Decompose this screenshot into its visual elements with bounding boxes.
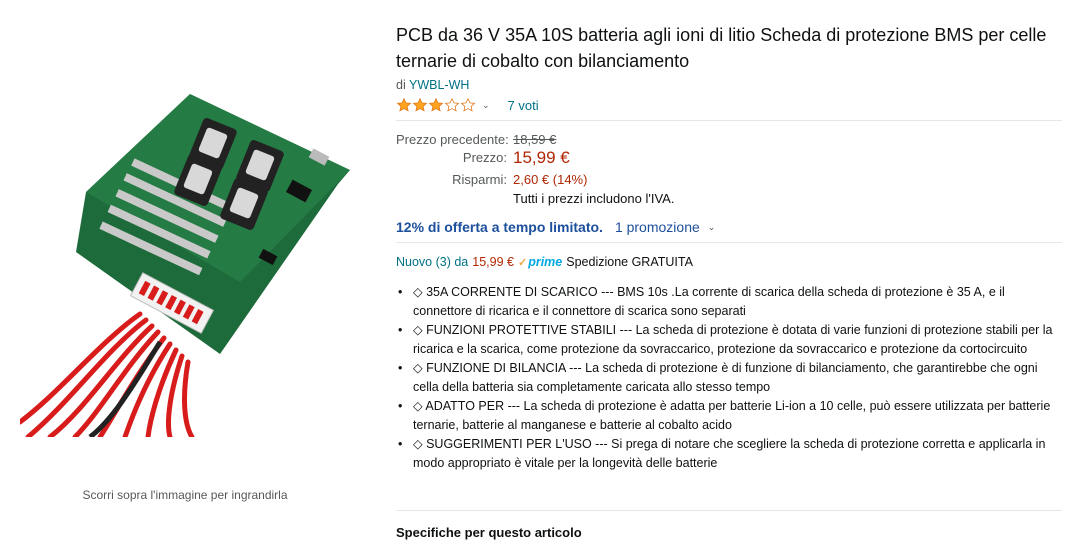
bullet-dot-icon: • — [398, 399, 403, 413]
new-offers-price: 15,99 € — [472, 255, 514, 269]
vat-note: Tutti i prezzi includono l'IVA. — [513, 191, 675, 206]
bullet-dot-icon: • — [398, 323, 403, 337]
product-title: PCB da 36 V 35A 10S batteria agli ioni d… — [396, 25, 1047, 71]
shipping-text: Spedizione GRATUITA — [566, 255, 693, 269]
check-icon: ✓ — [517, 257, 528, 269]
bms-board-photo — [20, 94, 350, 437]
savings-value: 2,60 € (14%) — [513, 172, 588, 187]
previous-price-label: Prezzo precedente: — [396, 132, 509, 147]
feature-bullet: • ◇ FUNZIONI PROTETTIVE STABILI --- La sc… — [396, 321, 1056, 359]
byline-prefix: di — [396, 78, 406, 92]
feature-bullet-text: ◇ FUNZIONI PROTETTIVE STABILI --- La sch… — [413, 323, 1053, 356]
feature-bullet: • ◇ SUGGERIMENTI PER L'USO --- Si prega d… — [396, 435, 1056, 473]
new-offers-link[interactable]: Nuovo (3) da — [396, 255, 468, 269]
price-value: 15,99 € — [513, 148, 570, 167]
price-label: Prezzo: — [462, 150, 507, 165]
chevron-down-icon[interactable]: ⌄ — [708, 222, 716, 233]
bullet-dot-icon: • — [398, 361, 403, 375]
feature-bullet-text: ◇ 35A CORRENTE DI SCARICO --- BMS 10s .L… — [413, 285, 1005, 318]
star-filled-icon — [412, 97, 428, 112]
star-empty-icon — [444, 97, 460, 112]
limited-deal-text: 12% di offerta a tempo limitato. — [396, 219, 603, 235]
feature-bullets: • ◇ 35A CORRENTE DI SCARICO --- BMS 10s .… — [396, 283, 1056, 473]
divider — [396, 510, 1062, 511]
star-filled-icon — [428, 97, 444, 112]
savings-label: Risparmi: — [452, 172, 507, 187]
limited-offer-row: 12% di offerta a tempo limitato. 1 promo… — [396, 219, 715, 235]
bullet-dot-icon: • — [398, 285, 403, 299]
divider — [396, 242, 1062, 243]
star-filled-icon — [396, 97, 412, 112]
feature-bullet: • ◇ ADATTO PER --- La scheda di protezion… — [396, 397, 1056, 435]
star-rating[interactable] — [396, 97, 476, 113]
divider — [396, 120, 1062, 121]
rating-row: ⌄ 7 voti — [396, 96, 539, 114]
specs-heading: Specifiche per questo articolo — [396, 525, 582, 540]
feature-bullet-text: ◇ SUGGERIMENTI PER L'USO --- Si prega di… — [413, 437, 1046, 470]
previous-price-value: 18,59 € — [513, 132, 557, 147]
product-image[interactable] — [20, 92, 355, 437]
feature-bullet: • ◇ FUNZIONE DI BILANCIA --- La scheda di… — [396, 359, 1056, 397]
zoom-hint: Scorri sopra l'immagine per ingrandirla — [82, 488, 288, 502]
new-offers-row: Nuovo (3) da 15,99 € ✓ prime Spedizione G… — [396, 255, 693, 269]
star-empty-icon — [460, 97, 476, 112]
chevron-down-icon[interactable]: ⌄ — [482, 100, 490, 111]
bullet-dot-icon: • — [398, 437, 403, 451]
byline: di YWBL-WH — [396, 78, 469, 92]
rating-count-link[interactable]: 7 voti — [508, 98, 539, 113]
prime-badge: ✓ prime — [518, 255, 562, 269]
prime-label: prime — [528, 255, 563, 269]
feature-bullet-text: ◇ FUNZIONE DI BILANCIA --- La scheda di … — [413, 361, 1038, 394]
feature-bullet: • ◇ 35A CORRENTE DI SCARICO --- BMS 10s .… — [396, 283, 1056, 321]
promotion-link[interactable]: 1 promozione — [615, 219, 700, 235]
brand-link[interactable]: YWBL-WH — [409, 78, 469, 92]
feature-bullet-text: ◇ ADATTO PER --- La scheda di protezione… — [413, 399, 1051, 432]
